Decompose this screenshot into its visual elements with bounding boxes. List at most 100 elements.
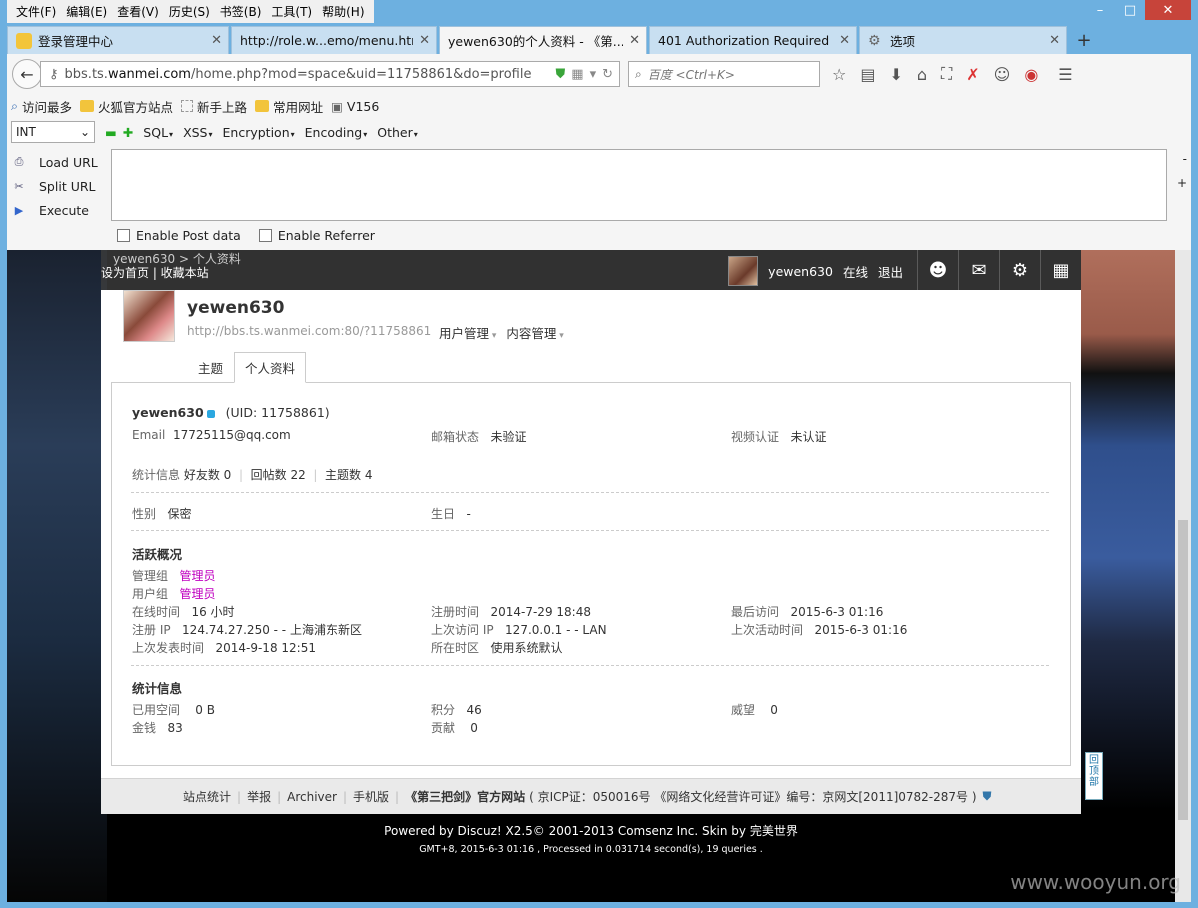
minimize-button[interactable]: – — [1085, 0, 1115, 20]
close-tab-icon[interactable]: ✕ — [211, 33, 222, 48]
hamburger-menu-icon[interactable]: ☰ — [1058, 65, 1072, 84]
bookmark-v156[interactable]: ▣ V156 — [331, 99, 379, 114]
content-manage-menu[interactable]: 内容管理 — [506, 323, 563, 342]
execute-button[interactable]: ▶ Execute — [11, 198, 111, 222]
menu-file[interactable]: 文件(F) — [11, 3, 61, 20]
tab-profile[interactable]: yewen630的个人资料 - 《第... ✕ — [439, 26, 647, 54]
footer-link-report[interactable]: 举报 — [247, 788, 271, 805]
police-badge-icon[interactable]: ⛊ — [983, 789, 992, 804]
enable-post-checkbox[interactable]: Enable Post data — [117, 228, 241, 243]
bookmark-firefox[interactable]: 火狐官方站点 — [80, 97, 173, 116]
avatar[interactable] — [123, 290, 175, 342]
threads-count-link[interactable]: 主题数 4 — [325, 468, 372, 482]
footer-link-archiver[interactable]: Archiver — [287, 790, 337, 804]
mail-icon[interactable]: ✉ — [958, 250, 999, 290]
menu-help[interactable]: 帮助(H) — [317, 3, 369, 20]
tab-401[interactable]: 401 Authorization Required ✕ — [649, 26, 857, 54]
reading-list-icon[interactable]: ▤ — [860, 65, 875, 84]
minus-icon[interactable]: ▬ — [105, 125, 117, 140]
search-input[interactable]: ⌕ 百度 <Ctrl+K> — [628, 61, 820, 87]
bookmark-icon: ⌕ — [11, 98, 19, 113]
user-manage-menu[interactable]: 用户管理 — [439, 323, 496, 342]
bookmark-common[interactable]: 常用网址 — [255, 97, 323, 116]
hackbar-encryption-menu[interactable]: Encryption — [223, 125, 295, 140]
url-prefix: bbs.ts. — [64, 66, 108, 82]
close-window-button[interactable]: ✕ — [1145, 0, 1191, 20]
online-status[interactable]: 在线 — [843, 262, 868, 281]
tab-options[interactable]: ⚙ 选项 ✕ — [859, 26, 1067, 54]
online-time-value: 16 小时 — [191, 605, 235, 619]
back-to-top-button[interactable]: 回顶部 — [1085, 752, 1103, 800]
menu-tools[interactable]: 工具(T) — [266, 3, 317, 20]
menu-history[interactable]: 历史(S) — [164, 3, 215, 20]
bookmark-most-visited[interactable]: ⌕ 访问最多 — [11, 97, 72, 116]
logout-link[interactable]: 退出 — [878, 262, 903, 281]
new-tab-button[interactable]: + — [1069, 26, 1099, 54]
bookmark-getting-started[interactable]: 新手上路 — [181, 97, 247, 116]
split-url-button[interactable]: ✂ Split URL — [11, 174, 111, 198]
star-icon[interactable]: ☆ — [832, 65, 846, 84]
email-status-value: 未验证 — [490, 430, 527, 444]
qrcode-icon[interactable]: ▦ — [571, 67, 583, 82]
reload-icon[interactable]: ↻ — [602, 67, 613, 82]
download-icon[interactable]: ⬇ — [889, 65, 902, 84]
menu-bookmarks[interactable]: 书签(B) — [215, 3, 267, 20]
profile-url[interactable]: http://bbs.ts.wanmei.com:80/?11758861 — [187, 324, 431, 338]
tab-strip: 登录管理中心 ✕ http://role.w...emo/menu.htm ✕ … — [7, 26, 1191, 54]
grid-icon[interactable]: ▦ — [1040, 250, 1081, 290]
addon-icon[interactable]: ◉ — [1024, 65, 1038, 84]
watermark: www.wooyun.org — [1010, 870, 1181, 894]
online-icon — [206, 409, 215, 418]
footer-icp[interactable]: ( 京ICP证：050016号 《网络文化经营许可证》编号：京网文[2011]0… — [529, 788, 976, 805]
user-group-link[interactable]: 管理员 — [179, 587, 215, 601]
plus-icon[interactable]: ✚ — [123, 125, 133, 140]
close-tab-icon[interactable]: ✕ — [419, 33, 430, 48]
replies-count-link[interactable]: 回帖数 22 — [251, 468, 306, 482]
close-tab-icon[interactable]: ✕ — [839, 33, 850, 48]
tab-menu[interactable]: http://role.w...emo/menu.htm ✕ — [231, 26, 437, 54]
friends-count-link[interactable]: 好友数 0 — [184, 468, 231, 482]
topbar-username[interactable]: yewen630 — [768, 264, 833, 279]
tab-profile-info[interactable]: 个人资料 — [234, 352, 307, 383]
hackbar-textarea[interactable] — [111, 149, 1167, 221]
key-icon: ⚷ — [49, 66, 59, 82]
email-value: 17725115@qq.com — [172, 428, 291, 442]
footer-site-name[interactable]: 《第三把剑》官方网站 — [405, 788, 525, 805]
user-icon[interactable]: ☻ — [917, 250, 958, 290]
profile-username[interactable]: yewen630 — [187, 298, 284, 318]
crop-icon[interactable]: ⛶ — [941, 64, 952, 84]
prestige-value: 0 — [770, 703, 778, 717]
expand-button[interactable]: + — [1177, 176, 1187, 190]
hackbar-xss-menu[interactable]: XSS — [183, 125, 212, 140]
enable-referrer-checkbox[interactable]: Enable Referrer — [258, 228, 375, 243]
gear-icon[interactable]: ⚙ — [999, 250, 1040, 290]
chat-icon[interactable]: ☺ — [994, 65, 1011, 84]
shrink-button[interactable]: - — [1183, 152, 1187, 166]
load-url-button[interactable]: ⎙ Load URL — [11, 150, 111, 174]
folder-icon — [255, 100, 270, 112]
url-bar[interactable]: ⚷ bbs.ts. wanmei.com/home.php?mod=space&u… — [40, 61, 620, 87]
noscript-icon[interactable]: ✗ — [966, 65, 979, 84]
browser-window: 文件(F) 编辑(E) 查看(V) 历史(S) 书签(B) 工具(T) 帮助(H… — [0, 0, 1198, 908]
reg-ip-value: 124.74.27.250 - - 上海浦东新区 — [182, 623, 362, 637]
menu-edit[interactable]: 编辑(E) — [61, 3, 112, 20]
close-tab-icon[interactable]: ✕ — [629, 33, 640, 48]
hackbar-encoding-menu[interactable]: Encoding — [305, 125, 368, 140]
hackbar-type-select[interactable]: INT ⌄ — [11, 121, 95, 143]
hackbar-other-menu[interactable]: Other — [377, 125, 418, 140]
close-tab-icon[interactable]: ✕ — [1049, 33, 1060, 48]
back-button[interactable]: ← — [12, 59, 42, 89]
site-links[interactable]: 设为首页 | 收藏本站 — [101, 264, 209, 281]
maximize-button[interactable]: □ — [1115, 0, 1145, 20]
tab-login[interactable]: 登录管理中心 ✕ — [7, 26, 229, 54]
dropdown-icon[interactable]: ▾ — [590, 67, 597, 82]
home-icon[interactable]: ⌂ — [917, 65, 927, 84]
tab-topics[interactable]: 主题 — [187, 352, 234, 383]
page-scrollbar[interactable] — [1175, 250, 1191, 902]
menu-view[interactable]: 查看(V) — [112, 3, 164, 20]
admin-group-link[interactable]: 管理员 — [179, 569, 215, 583]
avatar[interactable] — [728, 256, 759, 286]
hackbar-sql-menu[interactable]: SQL — [143, 125, 173, 140]
footer-link-stats[interactable]: 站点统计 — [183, 788, 231, 805]
footer-link-mobile[interactable]: 手机版 — [353, 788, 389, 805]
